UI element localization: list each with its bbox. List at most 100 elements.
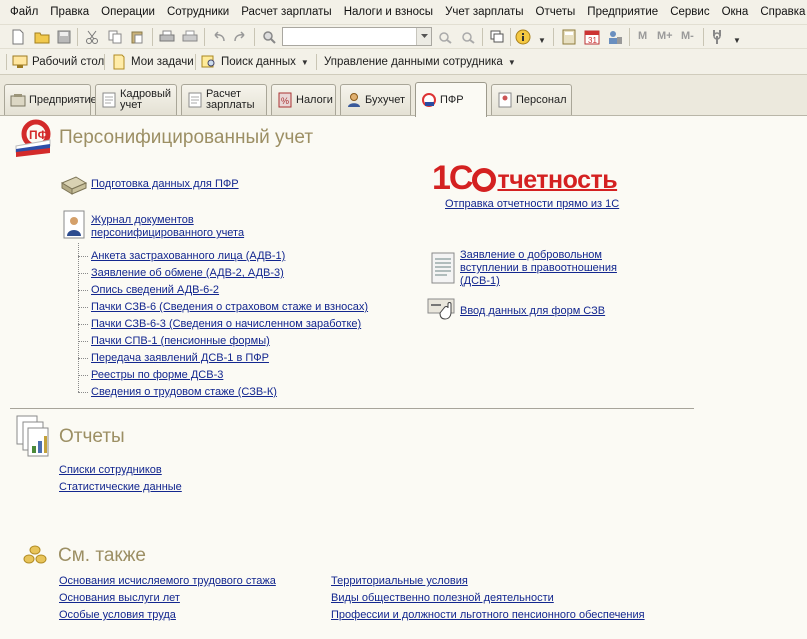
tab-enterprise[interactable]: Предприятие — [4, 84, 97, 115]
search-next-icon[interactable] — [459, 28, 477, 46]
link-public-activities[interactable]: Виды общественно полезной деятельности — [331, 592, 554, 605]
svg-text:%: % — [281, 96, 289, 106]
search-input[interactable] — [282, 27, 432, 46]
menu-enterprise[interactable]: Предприятие — [581, 6, 664, 18]
user-settings-icon[interactable] — [606, 28, 624, 46]
link-dsv1-transfer[interactable]: Передача заявлений ДСВ-1 в ПФР — [91, 352, 269, 365]
search-prev-icon[interactable] — [436, 28, 454, 46]
link-document-journal-line1[interactable]: Журнал документов — [91, 214, 194, 227]
print-preview-icon[interactable] — [181, 28, 199, 46]
section-title-reports: Отчеты — [59, 426, 125, 447]
enterprise-icon — [10, 92, 26, 108]
pfr-logo-icon — [421, 92, 437, 108]
menu-help[interactable]: Справка — [754, 6, 807, 18]
payroll-icon — [187, 92, 203, 108]
toolbar: ▼ 31 M M+ M- ▼ — [0, 25, 807, 49]
menu-file[interactable]: Файл — [4, 6, 44, 18]
link-dsv1-line2[interactable]: вступлении в правоотношения — [460, 262, 617, 275]
desktop-icon — [12, 54, 28, 70]
link-szv6[interactable]: Пачки СЗВ-6 (Сведения о страховом стаже … — [91, 301, 368, 314]
link-document-journal-line2[interactable]: персонифицированного учета — [91, 227, 244, 240]
redo-icon[interactable] — [231, 28, 249, 46]
link-adv1[interactable]: Анкета застрахованного лица (АДВ-1) — [91, 250, 285, 263]
new-document-icon[interactable] — [9, 28, 27, 46]
search-dropdown-button[interactable] — [416, 28, 431, 45]
link-special-conditions[interactable]: Особые условия труда — [59, 609, 176, 622]
memory-m-button[interactable]: M — [638, 30, 647, 42]
tab-taxes[interactable]: % Налоги — [271, 84, 336, 115]
paste-icon[interactable] — [128, 28, 146, 46]
copy-icon[interactable] — [106, 28, 124, 46]
link-adv6-2[interactable]: Опись сведений АДВ-6-2 — [91, 284, 219, 297]
hr-icon — [101, 92, 117, 108]
menu-service[interactable]: Сервис — [664, 6, 715, 18]
link-preferential-professions[interactable]: Профессии и должности льготного пенсионн… — [331, 609, 645, 622]
pfr-logo: ПФ — [14, 118, 54, 158]
menu-edit[interactable]: Правка — [44, 6, 95, 18]
link-dsv1-line1[interactable]: Заявление о добровольном — [460, 249, 602, 262]
print-icon[interactable] — [158, 28, 176, 46]
personnel-icon — [497, 92, 513, 108]
employee-data-caret-icon: ▼ — [507, 57, 516, 67]
svg-text:31: 31 — [588, 36, 597, 45]
link-szv6-3[interactable]: Пачки СЗВ-6-3 (Сведения о начисленном за… — [91, 318, 361, 331]
link-spv1[interactable]: Пачки СПВ-1 (пенсионные формы) — [91, 335, 270, 348]
1c-reporting-logo[interactable]: 1С тчетность — [432, 159, 632, 197]
link-seniority-grounds[interactable]: Основания исчисляемого трудового стажа — [59, 575, 276, 588]
link-territorial-conditions[interactable]: Территориальные условия — [331, 575, 468, 588]
calendar-icon[interactable]: 31 — [583, 28, 601, 46]
see-also-icon — [23, 544, 47, 566]
memory-m-plus-button[interactable]: M+ — [657, 30, 673, 42]
info-menu-caret-icon[interactable]: ▼ — [538, 36, 546, 45]
save-icon[interactable] — [55, 28, 73, 46]
calculator-icon[interactable] — [560, 28, 578, 46]
szv-input-icon — [427, 296, 457, 322]
link-send-reports[interactable]: Отправка отчетности прямо из 1С — [445, 198, 619, 211]
tab-payroll[interactable]: Расчет зарплаты — [181, 84, 267, 115]
link-szv-data-input[interactable]: Ввод данных для форм СЗВ — [460, 305, 605, 318]
section-title-see-also: См. также — [58, 545, 146, 566]
link-dsv1-line3[interactable]: (ДСВ-1) — [460, 275, 500, 288]
tab-pfr[interactable]: ПФР — [415, 82, 487, 117]
menu-salary-accounting[interactable]: Учет зарплаты — [439, 6, 529, 18]
menu-reports[interactable]: Отчеты — [530, 6, 582, 18]
taxes-icon: % — [277, 92, 293, 108]
undo-icon[interactable] — [210, 28, 228, 46]
search-icon[interactable] — [260, 28, 278, 46]
tab-accounting[interactable]: Бухучет — [340, 84, 411, 115]
pfr-data-prep-icon — [60, 175, 88, 195]
my-tasks-button[interactable]: Мои задачи — [111, 52, 194, 72]
link-employee-lists[interactable]: Списки сотрудников — [59, 464, 162, 477]
section-divider — [10, 408, 694, 409]
tasks-icon — [111, 54, 127, 70]
open-folder-icon[interactable] — [33, 28, 51, 46]
tab-bar: Предприятие Кадровый учет Расчет зарплаты … — [0, 75, 807, 117]
data-search-button[interactable]: Поиск данных ▼ — [201, 52, 309, 72]
windows-icon[interactable] — [488, 28, 506, 46]
cut-icon[interactable] — [83, 28, 101, 46]
menu-employees[interactable]: Сотрудники — [161, 6, 235, 18]
memory-m-minus-button[interactable]: M- — [681, 30, 694, 42]
menu-operations[interactable]: Операции — [95, 6, 161, 18]
dsv1-application-icon — [430, 252, 456, 284]
menu-windows[interactable]: Окна — [716, 6, 755, 18]
link-statistics[interactable]: Статистические данные — [59, 481, 182, 494]
menu-bar: Файл Правка Операции Сотрудники Расчет з… — [0, 0, 807, 25]
link-service-years-grounds[interactable]: Основания выслуги лет — [59, 592, 180, 605]
menu-taxes[interactable]: Налоги и взносы — [338, 6, 439, 18]
desktop-button[interactable]: Рабочий стол — [12, 52, 104, 72]
tree-connector — [78, 243, 79, 392]
tools-icon[interactable] — [708, 28, 726, 46]
tab-hr[interactable]: Кадровый учет — [95, 84, 177, 115]
info-icon[interactable] — [514, 28, 532, 46]
employee-data-button[interactable]: Управление данными сотрудника ▼ — [324, 52, 516, 72]
menu-payroll[interactable]: Расчет зарплаты — [235, 6, 337, 18]
link-adv2-adv3[interactable]: Заявление об обмене (АДВ-2, АДВ-3) — [91, 267, 284, 280]
tools-menu-caret-icon[interactable]: ▼ — [733, 36, 741, 45]
link-pfr-data-prep[interactable]: Подготовка данных для ПФР — [91, 178, 239, 191]
tab-personnel[interactable]: Персонал — [491, 84, 572, 115]
panel-bar: Рабочий стол Мои задачи Поиск данных ▼ У… — [0, 49, 807, 75]
document-journal-icon — [62, 210, 86, 240]
link-szvk[interactable]: Сведения о трудовом стаже (СЗВ-К) — [91, 386, 277, 399]
link-dsv3-registers[interactable]: Реестры по форме ДСВ-3 — [91, 369, 223, 382]
